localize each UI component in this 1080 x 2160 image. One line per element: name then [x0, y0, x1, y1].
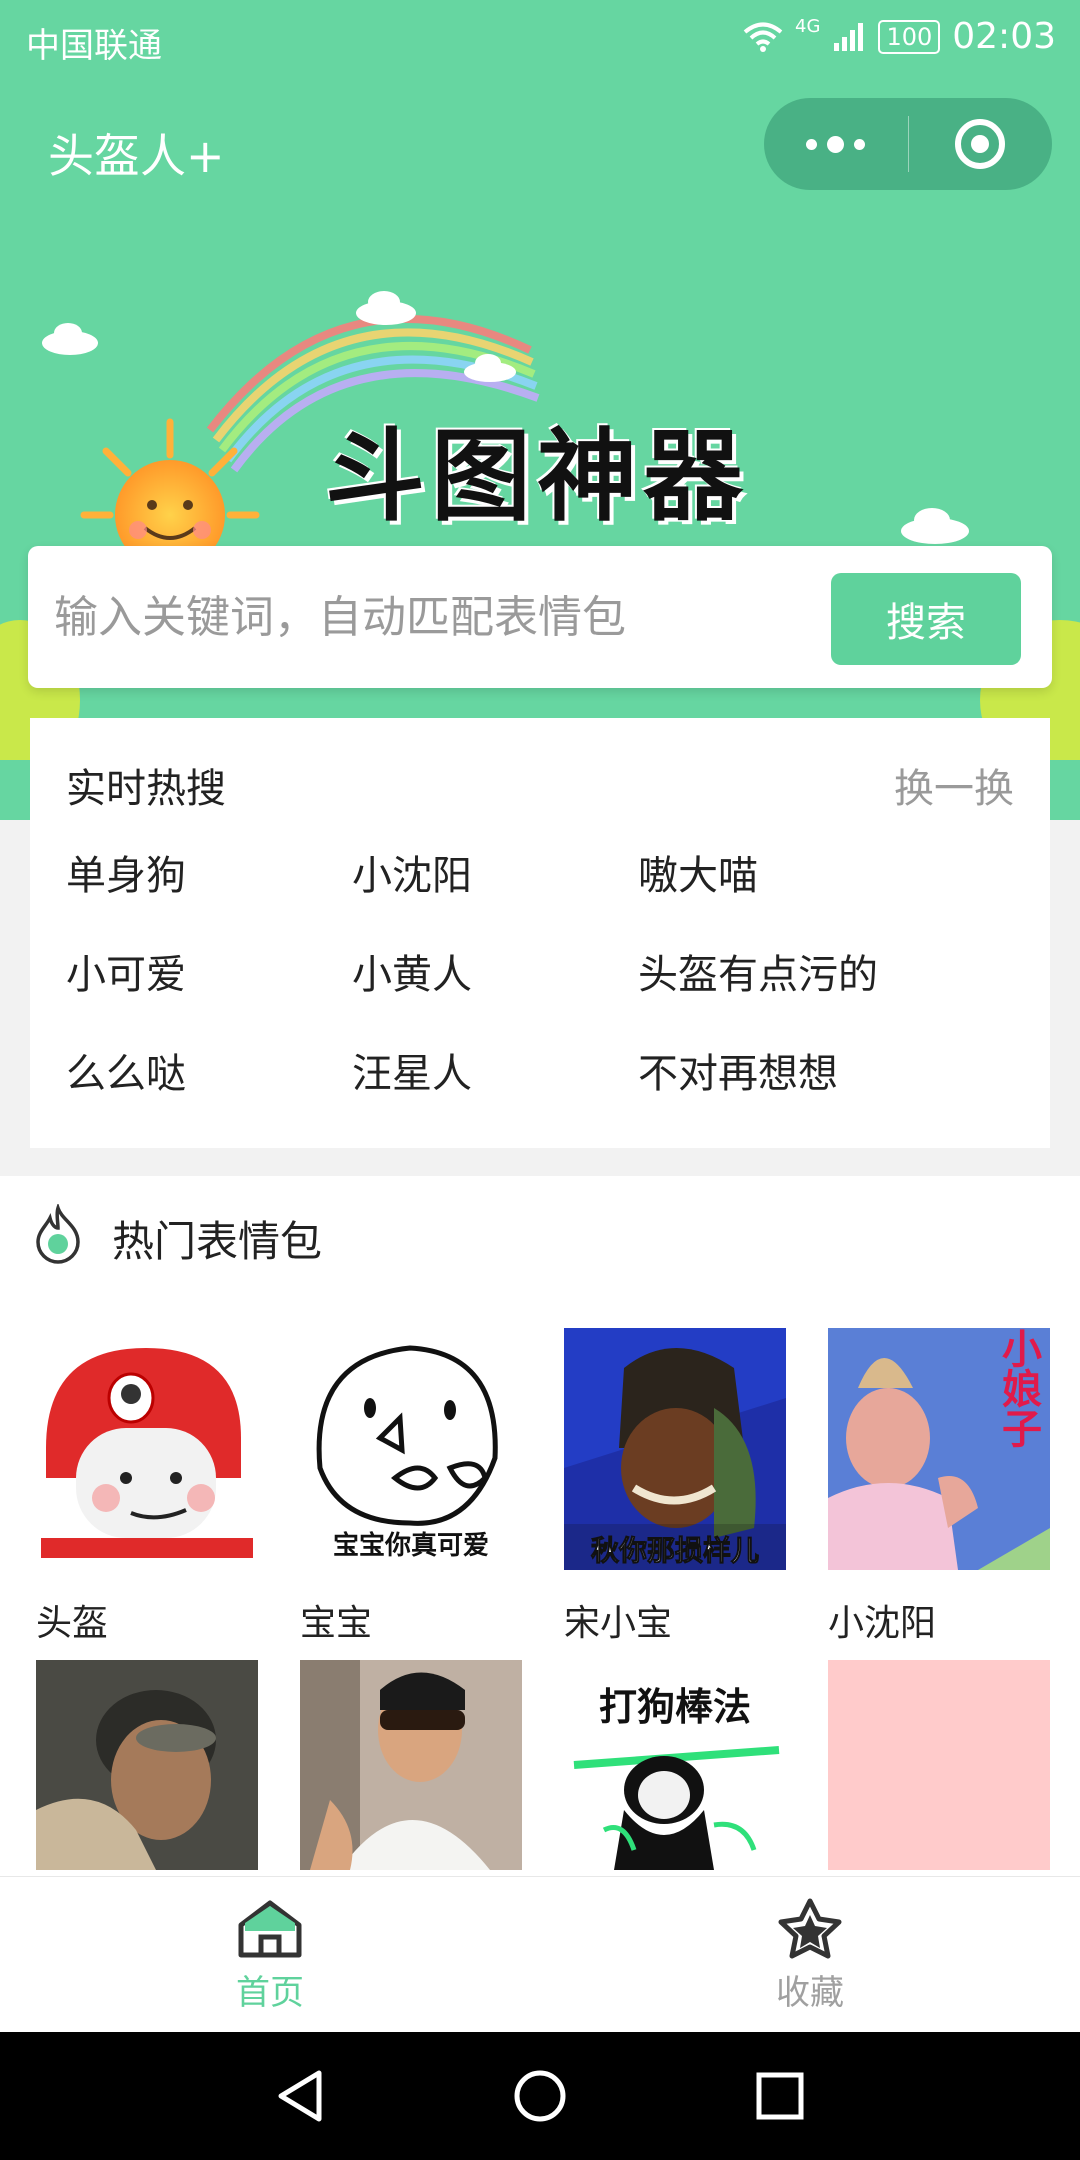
hot-stickers-section: 热门表情包 头盔 宝宝你真可爱 宝宝 秋你那损样儿 宋小宝 小娘子 小沈阳 打狗… — [0, 1176, 1080, 1876]
status-icons: 4G 100 02:03 — [743, 16, 1056, 57]
tab-bar: 首页 收藏 — [0, 1876, 1080, 2032]
status-bar: 中国联通 4G 100 02:03 — [0, 0, 1080, 75]
back-icon — [278, 2070, 322, 2122]
mini-program-capsule — [764, 98, 1052, 190]
mini-program-navbar: 头盔人+ — [0, 98, 1080, 200]
hot-stickers-title: 热门表情包 — [112, 1217, 323, 1266]
sticker-caption: 小娘子 — [995, 1328, 1042, 1448]
hot-search-item[interactable]: 小沈阳 — [352, 843, 472, 901]
hot-search-item[interactable]: 小可爱 — [66, 942, 186, 1000]
hot-search-item[interactable]: 么么哒 — [66, 1041, 186, 1099]
sticker-card[interactable]: 头盔 — [36, 1328, 258, 1646]
sticker-card[interactable]: 秋你那损样儿 宋小宝 — [564, 1328, 786, 1646]
star-icon — [778, 1898, 842, 1958]
wifi-icon — [743, 22, 783, 52]
hot-search-item[interactable]: 单身狗 — [66, 843, 186, 901]
tab-home[interactable]: 首页 — [0, 1877, 540, 2033]
battery-indicator: 100 — [878, 19, 941, 54]
app-title: 头盔人+ — [48, 129, 225, 183]
more-button[interactable] — [764, 98, 908, 190]
sticker-image — [828, 1660, 1050, 1870]
system-nav-bar — [0, 2032, 1080, 2160]
sticker-label: 头盔 — [36, 1603, 109, 1644]
search-box: 搜索 — [28, 546, 1052, 688]
hot-search-panel: 实时热搜 换一换 单身狗 小沈阳 嗷大喵 小可爱 小黄人 头盔有点污的 么么哒 … — [30, 718, 1050, 1148]
search-button[interactable]: 搜索 — [831, 573, 1021, 665]
home-icon — [238, 1900, 302, 1957]
network-type: 4G — [795, 16, 821, 37]
sticker-card[interactable] — [36, 1660, 258, 1874]
hot-search-item[interactable]: 嗷大喵 — [638, 843, 758, 901]
sticker-image: 秋你那损样儿 — [564, 1328, 786, 1570]
flame-icon — [36, 1204, 80, 1264]
carrier-name: 中国联通 — [26, 26, 162, 66]
sticker-image: 宝宝你真可爱 — [300, 1328, 522, 1570]
tab-favorites[interactable]: 收藏 — [540, 1877, 1080, 2033]
recents-icon — [756, 2072, 804, 2120]
home-system-button[interactable] — [480, 2032, 600, 2160]
sticker-caption: 秋你那损样儿 — [591, 1534, 759, 1567]
header-banner: 中国联通 4G 100 02:03 头盔人+ 斗图神器 — [0, 0, 1080, 820]
home-circle-icon — [514, 2070, 566, 2122]
sticker-card[interactable]: 小娘子 小沈阳 — [828, 1328, 1050, 1646]
search-input[interactable] — [54, 572, 834, 662]
sticker-image: 打狗棒法 — [564, 1660, 786, 1870]
more-dots-icon — [806, 135, 866, 153]
target-icon — [955, 119, 1006, 169]
sticker-image: 小娘子 — [828, 1328, 1050, 1570]
sticker-image — [300, 1660, 522, 1870]
banner-heading: 斗图神器 — [325, 418, 749, 535]
recents-button[interactable] — [720, 2032, 840, 2160]
sticker-card[interactable]: 宝宝你真可爱 宝宝 — [300, 1328, 522, 1646]
sticker-label: 宋小宝 — [564, 1603, 673, 1644]
sticker-label: 宝宝 — [300, 1603, 373, 1644]
tab-label: 收藏 — [776, 1972, 844, 2013]
sticker-card[interactable] — [828, 1660, 1050, 1870]
sticker-label: 小沈阳 — [828, 1603, 937, 1644]
refresh-button[interactable]: 换一换 — [894, 756, 1014, 814]
hot-search-title: 实时热搜 — [66, 766, 226, 812]
sticker-caption: 打狗棒法 — [599, 1685, 751, 1729]
close-button[interactable] — [909, 98, 1053, 190]
hot-search-item[interactable]: 不对再想想 — [638, 1041, 838, 1099]
tab-label: 首页 — [236, 1972, 304, 2013]
hot-search-item[interactable]: 小黄人 — [352, 942, 472, 1000]
back-button[interactable] — [240, 2032, 360, 2160]
sticker-image — [36, 1660, 258, 1870]
sticker-image — [36, 1328, 258, 1570]
clock: 02:03 — [952, 16, 1056, 57]
sticker-card[interactable] — [300, 1660, 522, 1874]
sticker-caption: 宝宝你真可爱 — [333, 1530, 489, 1561]
signal-icon — [834, 22, 864, 51]
hot-search-item[interactable]: 汪星人 — [352, 1041, 472, 1099]
hot-search-item[interactable]: 头盔有点污的 — [638, 942, 878, 1000]
sticker-card[interactable]: 打狗棒法 — [564, 1660, 786, 1874]
